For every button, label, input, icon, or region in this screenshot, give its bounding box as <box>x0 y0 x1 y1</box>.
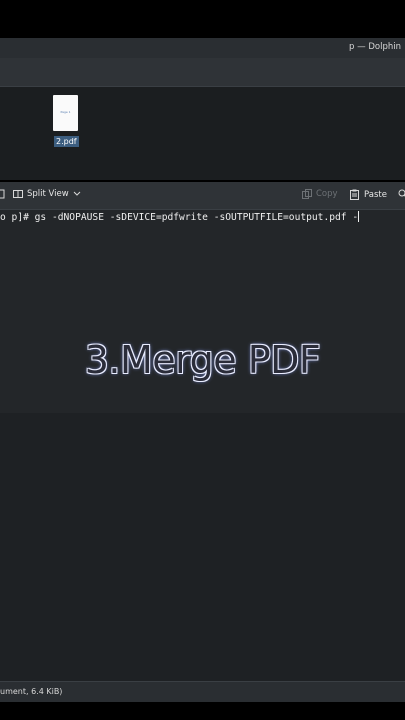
file-name-label[interactable]: 2.pdf <box>54 136 79 147</box>
paste-icon <box>350 189 359 200</box>
terminal-command-line: o p]# gs -dNOPAUSE -sDEVICE=pdfwrite -sO… <box>0 211 360 223</box>
search-icon <box>398 189 405 197</box>
text-cursor <box>358 211 360 222</box>
copy-button[interactable]: Copy <box>302 189 338 199</box>
dolphin-toolbar <box>0 58 405 87</box>
video-caption-overlay: 3.Merge PDF <box>84 338 321 382</box>
file-thumbnail-text: Page 1 <box>60 110 71 114</box>
status-text: ument, 6.4 KiB) <box>0 687 63 696</box>
terminal-lower-area[interactable] <box>0 413 405 681</box>
split-view-icon <box>13 190 23 198</box>
paste-label: Paste <box>364 189 387 200</box>
dolphin-titlebar: p — Dolphin <box>0 38 405 58</box>
terminal-area[interactable] <box>0 210 405 413</box>
split-view-label: Split View <box>27 189 69 199</box>
window-title: p — Dolphin <box>349 42 401 52</box>
command-text: o p]# gs -dNOPAUSE -sDEVICE=pdfwrite -sO… <box>0 212 359 223</box>
find-button[interactable] <box>398 189 405 199</box>
new-tab-button[interactable] <box>0 189 6 199</box>
terminal-icon <box>0 189 5 199</box>
copy-icon <box>302 189 312 199</box>
paste-button[interactable]: Paste <box>350 189 387 200</box>
copy-label: Copy <box>316 189 338 199</box>
pdf-file-icon[interactable]: Page 1 <box>53 95 78 131</box>
status-bar: ument, 6.4 KiB) <box>0 681 405 702</box>
konsole-toolbar: Split View Copy Paste <box>0 182 405 210</box>
chevron-down-icon <box>73 191 81 196</box>
split-view-button[interactable]: Split View <box>13 189 81 199</box>
